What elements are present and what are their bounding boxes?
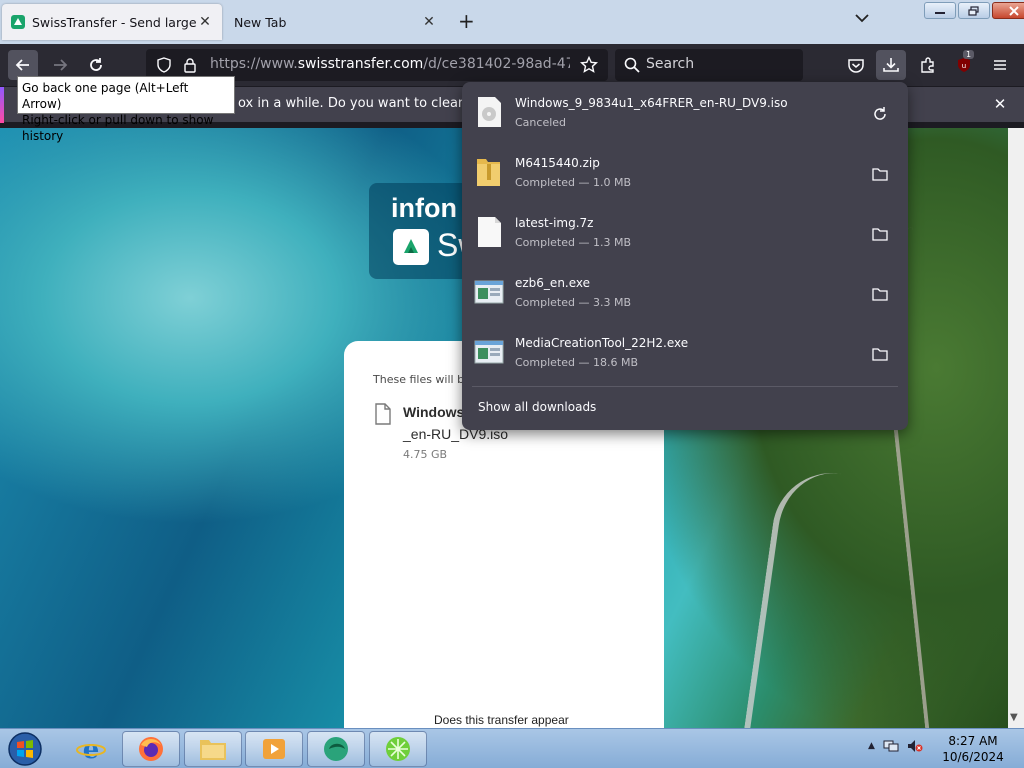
download-status: Completed — 3.3 MB	[515, 296, 632, 309]
downloads-button[interactable]	[876, 50, 906, 80]
extensions-button[interactable]	[913, 50, 943, 80]
download-file-name: ezb6_en.exe	[515, 276, 591, 290]
executable-icon	[474, 280, 504, 304]
pocket-button[interactable]	[841, 50, 871, 80]
internet-explorer-icon[interactable]: e	[62, 731, 120, 767]
folder-icon[interactable]	[868, 282, 892, 306]
download-icon	[883, 58, 899, 72]
download-file-name: latest-img.7z	[515, 216, 594, 230]
forward-arrow-icon	[54, 59, 68, 71]
extension-badge: 1	[963, 50, 975, 59]
minimize-icon[interactable]	[924, 2, 956, 19]
list-all-tabs-chevron-icon[interactable]	[855, 12, 869, 27]
report-question: Does this transfer appear	[434, 713, 569, 727]
bookmark-star-icon[interactable]	[580, 56, 598, 74]
notification-accent	[0, 87, 4, 123]
download-status: Completed — 1.0 MB	[515, 176, 632, 189]
lime-app-icon[interactable]	[369, 731, 427, 767]
blank-file-icon	[478, 217, 501, 247]
tab-strip: SwissTransfer - Send large files ✕ New T…	[0, 0, 1024, 44]
download-item[interactable]: M6415440.zip Completed — 1.0 MB	[462, 142, 908, 202]
pocket-icon	[848, 59, 864, 73]
system-clock[interactable]: 8:27 AM 10/6/2024	[938, 733, 1008, 765]
download-status: Canceled	[515, 116, 567, 129]
expiry-note: These files will be	[373, 373, 471, 386]
download-item[interactable]: MediaCreationTool_22H2.exe Completed — 1…	[462, 322, 908, 382]
show-all-downloads-button[interactable]: Show all downloads	[478, 400, 596, 414]
document-icon	[375, 403, 391, 425]
tab-close-icon[interactable]: ✕	[196, 14, 214, 30]
folder-icon[interactable]	[868, 162, 892, 186]
windows-logo-icon	[8, 732, 42, 766]
download-file-name: M6415440.zip	[515, 156, 600, 170]
green-app-icon[interactable]	[307, 731, 365, 767]
volume-muted-icon[interactable]	[907, 739, 923, 753]
reload-icon	[90, 58, 102, 71]
back-button-tooltip: Go back one page (Alt+Left Arrow) Right-…	[17, 76, 235, 143]
executable-icon	[474, 340, 504, 364]
scroll-down-arrow-icon[interactable]: ▼	[1010, 712, 1018, 723]
swisstransfer-favicon-icon	[11, 15, 25, 29]
retry-icon[interactable]	[868, 102, 892, 126]
downloads-panel: Windows_9_9834u1_x64FRER_en-RU_DV9.iso C…	[462, 82, 908, 430]
notification-close-icon[interactable]: ✕	[990, 95, 1010, 115]
svg-text:u: u	[962, 62, 966, 70]
search-placeholder: Search	[646, 56, 695, 72]
start-button[interactable]	[4, 731, 46, 767]
page-scrollbar[interactable]	[1008, 128, 1024, 728]
tab-title: New Tab	[234, 14, 287, 30]
restore-icon[interactable]	[958, 2, 990, 19]
disc-image-icon	[478, 97, 501, 127]
file-explorer-icon[interactable]	[184, 731, 242, 767]
brand-word: infon	[391, 193, 457, 223]
download-item[interactable]: ezb6_en.exe Completed — 3.3 MB	[462, 262, 908, 322]
search-icon	[624, 57, 640, 73]
svg-text:e: e	[83, 735, 100, 764]
file-size: 4.75 GB	[403, 448, 448, 461]
tab-close-icon[interactable]: ✕	[420, 14, 438, 30]
clock-date: 10/6/2024	[942, 750, 1004, 764]
hamburger-menu-icon	[994, 60, 1006, 70]
tooltip-line-2: Right-click or pull down to show history	[22, 113, 214, 143]
tab-swisstransfer[interactable]: SwissTransfer - Send large files ✕	[2, 4, 222, 40]
download-file-name: Windows_9_9834u1_x64FRER_en-RU_DV9.iso	[515, 96, 788, 110]
download-status: Completed — 18.6 MB	[515, 356, 639, 369]
ublock-extension-button[interactable]: u 1	[949, 50, 979, 80]
system-tray: ▲	[868, 739, 923, 753]
firefox-icon[interactable]	[122, 731, 180, 767]
download-status: Completed — 1.3 MB	[515, 236, 632, 249]
back-arrow-icon	[15, 59, 29, 71]
network-icon[interactable]	[883, 739, 899, 753]
folder-icon[interactable]	[868, 342, 892, 366]
window-controls	[924, 2, 1024, 20]
tab-new-tab[interactable]: New Tab ✕	[226, 4, 446, 40]
panel-divider	[472, 386, 898, 387]
app-menu-button[interactable]	[985, 50, 1015, 80]
show-hidden-icons-arrow-icon[interactable]: ▲	[868, 741, 875, 751]
tab-title: SwissTransfer - Send large files	[32, 14, 196, 30]
lock-icon[interactable]	[183, 57, 197, 73]
puzzle-piece-icon	[921, 57, 934, 73]
new-tab-plus-icon[interactable]: +	[458, 10, 475, 32]
download-file-name: MediaCreationTool_22H2.exe	[515, 336, 689, 350]
tooltip-line-1: Go back one page (Alt+Left Arrow)	[22, 81, 189, 111]
search-bar[interactable]: Search	[615, 49, 803, 81]
folder-icon[interactable]	[868, 222, 892, 246]
download-item[interactable]: Windows_9_9834u1_x64FRER_en-RU_DV9.iso C…	[462, 82, 908, 142]
zip-folder-icon	[477, 159, 500, 186]
swisstransfer-logo-icon	[393, 229, 429, 265]
tracking-protection-shield-icon[interactable]	[156, 57, 172, 73]
clock-time: 8:27 AM	[948, 734, 998, 748]
url-text: https://www.swisstransfer.com/d/ce381402…	[210, 56, 570, 72]
file-name[interactable]: Windows	[403, 404, 464, 420]
media-player-icon[interactable]	[245, 731, 303, 767]
window-close-icon[interactable]	[992, 2, 1024, 19]
windows-taskbar: e ▲ 8:27 AM 10/6/2024	[0, 728, 1024, 768]
download-item[interactable]: latest-img.7z Completed — 1.3 MB	[462, 202, 908, 262]
